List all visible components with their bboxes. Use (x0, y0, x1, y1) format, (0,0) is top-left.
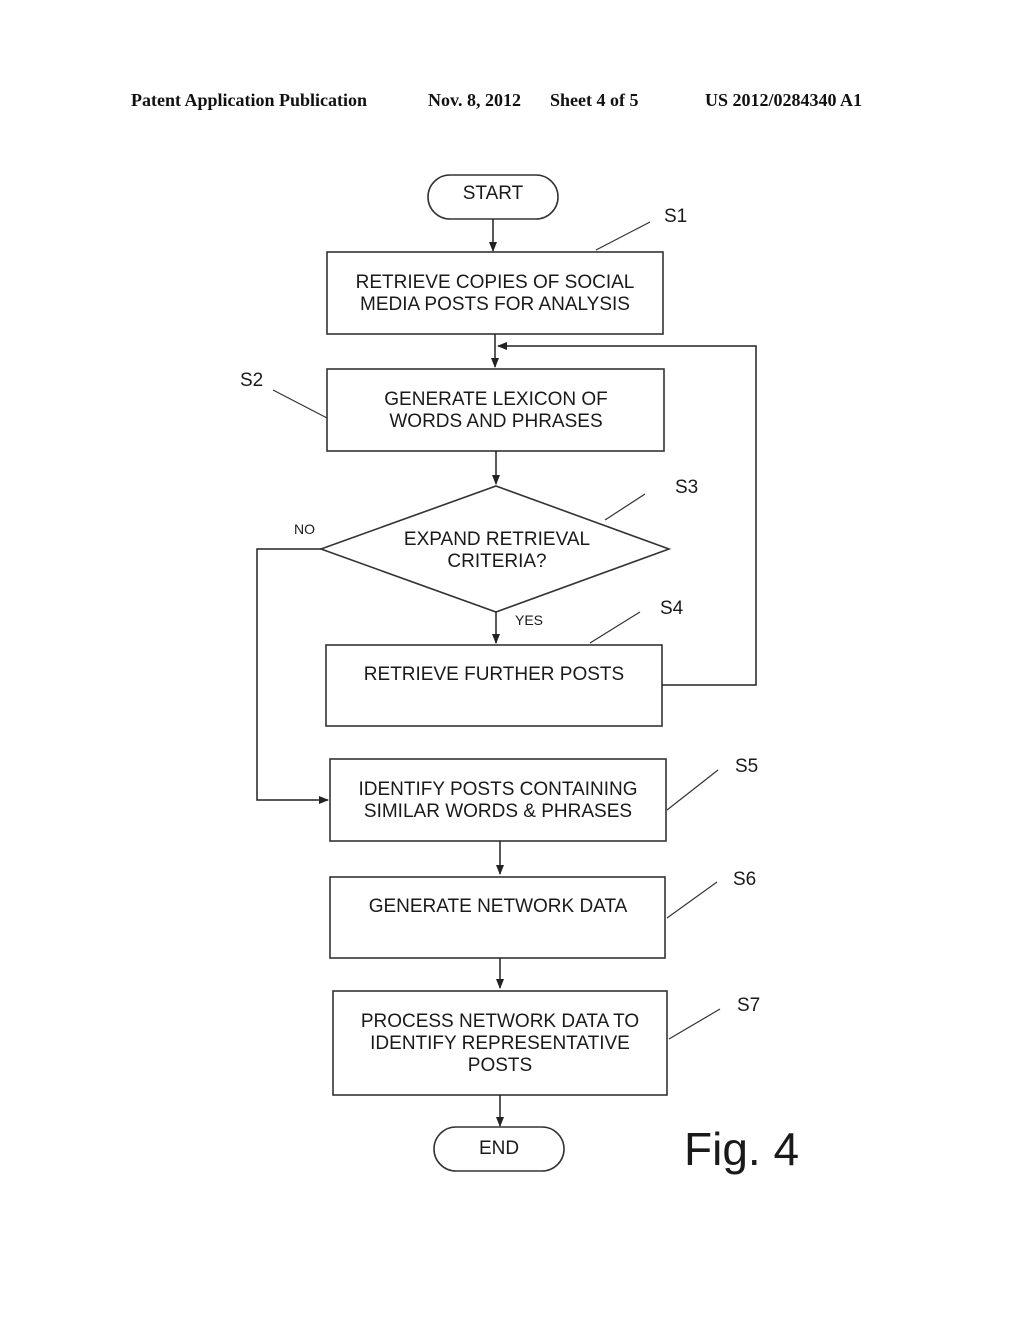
s6-leader-line (666, 881, 718, 919)
start-label: START (463, 183, 524, 204)
s4-ref-label: S4 (660, 598, 684, 619)
s2-leader-line (272, 389, 328, 419)
end-label: END (479, 1138, 519, 1159)
s2-ref-label: S2 (240, 370, 263, 391)
start-terminal: START (427, 174, 559, 220)
s5-line-2: SIMILAR WORDS & PHRASES (364, 801, 632, 822)
s4-leader-line (589, 611, 641, 644)
s1-leader-line (595, 221, 651, 251)
s6-ref-label: S6 (733, 869, 756, 890)
s5-line-1: IDENTIFY POSTS CONTAINING (358, 779, 637, 800)
s3-ref-label: S3 (675, 477, 698, 498)
step-s2: GENERATE LEXICON OF WORDS AND PHRASES S2 (240, 368, 665, 452)
s7-leader-line (668, 1008, 721, 1040)
s7-line-1: PROCESS NETWORK DATA TO (361, 1011, 639, 1032)
s1-line-1: RETRIEVE COPIES OF SOCIAL (356, 272, 635, 293)
step-s7: PROCESS NETWORK DATA TO IDENTIFY REPRESE… (332, 990, 760, 1096)
figure-label: Fig. 4 (684, 1123, 799, 1175)
s3-line-2: CRITERIA? (447, 551, 546, 572)
s2-line-1: GENERATE LEXICON OF (384, 389, 607, 410)
s6-line-1: GENERATE NETWORK DATA (369, 896, 628, 917)
s7-ref-label: S7 (737, 995, 760, 1016)
step-s4: RETRIEVE FURTHER POSTS S4 (325, 598, 684, 727)
s7-line-2: IDENTIFY REPRESENTATIVE (370, 1033, 630, 1054)
s5-leader-line (666, 769, 719, 811)
no-label: NO (294, 521, 315, 537)
s2-line-2: WORDS AND PHRASES (389, 411, 602, 432)
decision-s3: EXPAND RETRIEVAL CRITERIA? S3 NO YES (294, 477, 698, 628)
step-s1: RETRIEVE COPIES OF SOCIAL MEDIA POSTS FO… (326, 206, 687, 335)
step-s5: IDENTIFY POSTS CONTAINING SIMILAR WORDS … (329, 756, 758, 842)
s4-line-1: RETRIEVE FURTHER POSTS (364, 664, 624, 685)
s5-ref-label: S5 (735, 756, 758, 777)
s1-line-2: MEDIA POSTS FOR ANALYSIS (360, 294, 630, 315)
s1-ref-label: S1 (664, 206, 687, 227)
s3-line-1: EXPAND RETRIEVAL (404, 529, 590, 550)
s3-leader-line (604, 493, 646, 521)
step-s6: GENERATE NETWORK DATA S6 (329, 869, 756, 959)
flowchart: START RETRIEVE COPIES OF SOCIAL MEDIA PO… (240, 174, 799, 1175)
yes-label: YES (515, 612, 543, 628)
arrow-no-s3-s5 (256, 548, 329, 804)
end-terminal: END (433, 1126, 565, 1172)
s7-line-3: POSTS (468, 1055, 532, 1076)
